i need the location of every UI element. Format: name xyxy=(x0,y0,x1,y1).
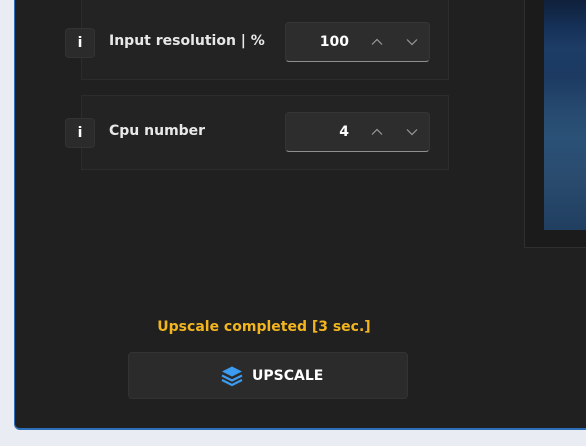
chevron-down-icon[interactable] xyxy=(402,122,422,142)
chevron-down-icon[interactable] xyxy=(402,32,422,52)
input-resolution-value[interactable]: 100 xyxy=(320,34,349,50)
chevron-up-icon[interactable] xyxy=(367,122,387,142)
chevron-up-icon[interactable] xyxy=(367,32,387,52)
cpu-number-value[interactable]: 4 xyxy=(339,124,349,140)
upscale-button[interactable]: UPSCALE xyxy=(128,352,408,399)
layers-icon xyxy=(221,366,243,387)
cpu-number-numberbox[interactable]: 4 xyxy=(285,112,430,152)
input-resolution-numberbox[interactable]: 100 xyxy=(285,22,430,62)
upscale-button-content: UPSCALE xyxy=(220,364,323,388)
info-button-cpu-number[interactable]: i xyxy=(65,118,95,148)
info-button-input-resolution[interactable]: i xyxy=(65,28,95,58)
cpu-number-label: Cpu number xyxy=(109,123,206,139)
image-preview xyxy=(544,0,586,230)
status-message: Upscale completed [3 sec.] xyxy=(157,319,371,335)
upscale-button-label: UPSCALE xyxy=(252,368,324,384)
app-window: i Input resolution | % 100 i Cpu number … xyxy=(14,0,586,430)
image-preview-frame xyxy=(524,0,586,248)
input-resolution-label: Input resolution | % xyxy=(109,33,265,49)
